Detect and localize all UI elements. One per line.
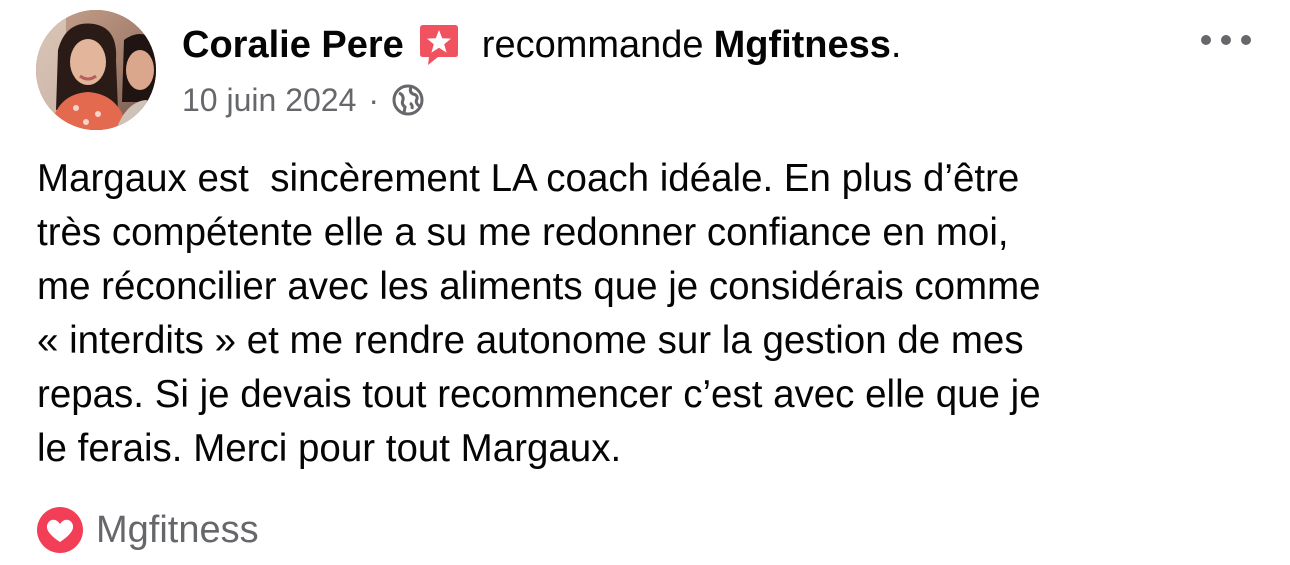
post-body-line: me réconcilier avec les aliments que je … — [37, 265, 1041, 308]
page-name[interactable]: Mgfitness — [714, 22, 891, 68]
header-period: . — [890, 24, 902, 66]
post-body: Margaux est sincèrement LA coach idéale.… — [37, 152, 1267, 476]
post-body-line: très compétente elle a su me redonner co… — [37, 211, 1009, 254]
post-body-line: « interdits » et me rendre autonome sur … — [37, 319, 1024, 362]
reaction-page-name[interactable]: Mgfitness — [96, 509, 259, 552]
post-header: Coralie Pere recommande Mgfitness. — [182, 22, 901, 68]
meta-separator: · — [368, 81, 380, 118]
author-avatar[interactable] — [36, 10, 156, 130]
post-body-line: repas. Si je devais tout recommencer c’e… — [37, 373, 1041, 416]
globe-icon[interactable] — [391, 83, 425, 117]
heart-icon — [36, 506, 84, 554]
recommendation-star-icon — [416, 22, 462, 68]
post-meta: 10 juin 2024 · — [182, 80, 425, 120]
post-body-line: le ferais. Merci pour tout Margaux. — [37, 427, 622, 470]
post-date[interactable]: 10 juin 2024 — [182, 82, 356, 119]
post-body-line: Margaux est sincèrement LA coach idéale.… — [37, 157, 1020, 200]
more-options-icon[interactable] — [1196, 22, 1256, 58]
reaction-summary[interactable]: Mgfitness — [36, 506, 259, 554]
author-name[interactable]: Coralie Pere — [182, 22, 404, 68]
recommendation-post: Coralie Pere recommande Mgfitness. 10 ju… — [0, 0, 1290, 565]
recommend-verb: recommande — [481, 24, 704, 66]
